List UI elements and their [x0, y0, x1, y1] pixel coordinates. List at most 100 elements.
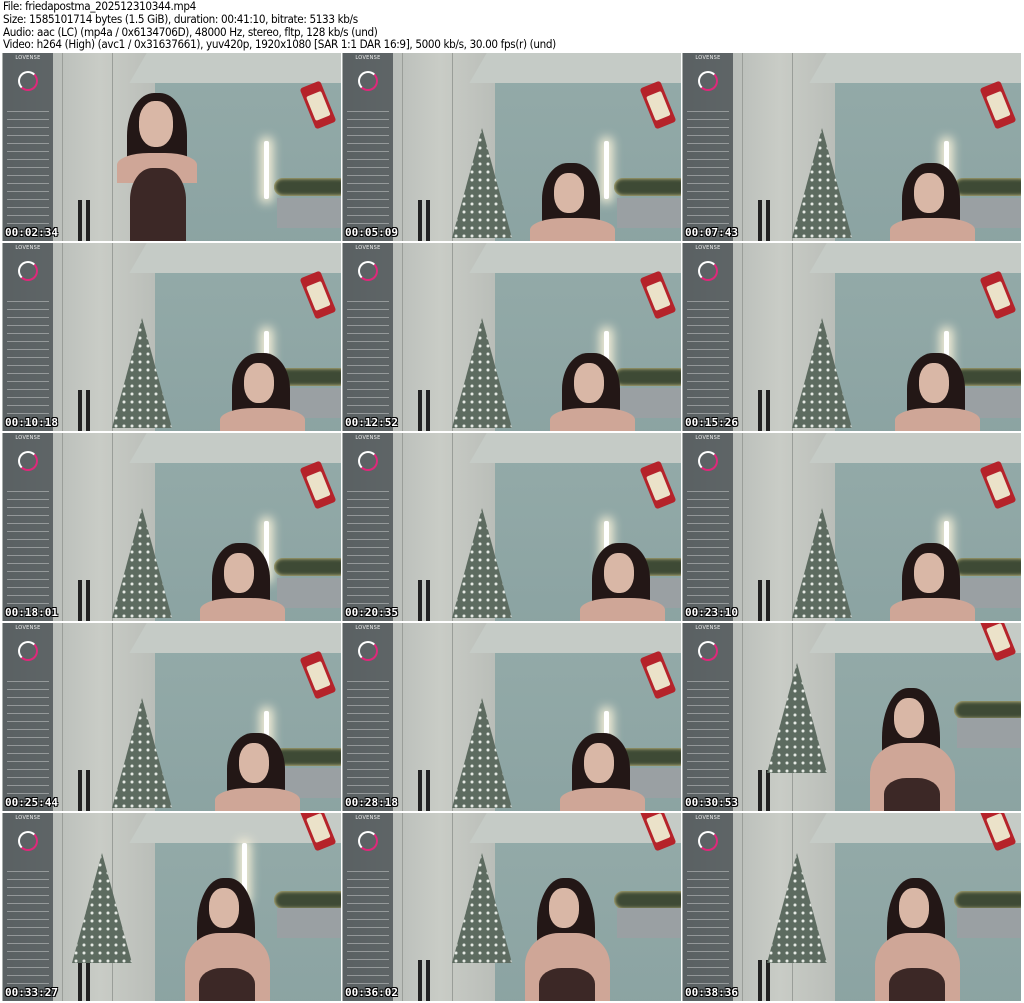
video-thumbnail: LOVENSE 00:02:34 — [2, 53, 341, 241]
tip-menu-row — [347, 721, 389, 722]
tip-menu-row — [7, 223, 49, 224]
tip-menu-row — [347, 111, 389, 112]
tip-menu-row — [7, 903, 49, 904]
tip-menu-row — [347, 127, 389, 128]
tip-menu-row — [7, 491, 49, 492]
tip-menu-row — [7, 769, 49, 770]
tip-menu-row — [687, 721, 729, 722]
tip-menu-row — [347, 523, 389, 524]
tip-menu-row — [7, 721, 49, 722]
tip-menu-row — [347, 793, 389, 794]
lovense-overlay-panel: LOVENSE — [3, 433, 53, 621]
tip-menu-row — [7, 887, 49, 888]
garland — [274, 558, 341, 576]
tip-menu-row — [347, 603, 389, 604]
door-handle — [426, 769, 430, 811]
tip-menu-row — [687, 729, 729, 730]
video-thumbnail: LOVENSE 00:28:18 — [342, 623, 681, 811]
person-face — [209, 888, 239, 928]
tip-menu-row — [687, 389, 729, 390]
tip-menu-row — [7, 183, 49, 184]
tip-menu-row — [687, 341, 729, 342]
lovense-overlay-panel: LOVENSE — [3, 53, 53, 241]
tip-menu-row — [7, 745, 49, 746]
tip-menu-row — [347, 215, 389, 216]
door-handle — [758, 579, 762, 621]
christmas-tree — [112, 508, 172, 618]
bed-headboard — [957, 718, 1021, 748]
video-thumbnail: LOVENSE 00:30:53 — [682, 623, 1021, 811]
tip-menu-row — [7, 879, 49, 880]
tip-menu-row — [7, 911, 49, 912]
tip-menu-row — [7, 943, 49, 944]
vibration-ring-icon — [698, 831, 718, 851]
tip-menu-row — [7, 761, 49, 762]
tip-menu-row — [347, 207, 389, 208]
christmas-tree — [452, 698, 512, 808]
tip-menu-row — [347, 381, 389, 382]
tip-menu-row — [687, 405, 729, 406]
tip-menu-row — [687, 135, 729, 136]
tip-menu-row — [7, 207, 49, 208]
tip-menu-row — [687, 507, 729, 508]
garland — [614, 178, 681, 196]
person-shoulders — [530, 218, 615, 241]
tip-menu-row — [7, 539, 49, 540]
tip-menu-row — [347, 499, 389, 500]
tip-menu-row — [347, 191, 389, 192]
timestamp: 00:20:35 — [345, 606, 398, 619]
video-thumbnail: LOVENSE 00:15:26 — [682, 243, 1021, 431]
timestamp: 00:05:09 — [345, 226, 398, 239]
door-line — [402, 433, 403, 621]
tip-menu-row — [687, 895, 729, 896]
vibration-ring-icon — [698, 261, 718, 281]
person-shoulders — [560, 788, 645, 811]
ceiling — [808, 243, 1021, 274]
tip-menu-row — [687, 587, 729, 588]
vibration-ring-icon — [18, 261, 38, 281]
bed-headboard — [957, 908, 1021, 938]
tip-menu-row — [687, 951, 729, 952]
tip-menu-row — [347, 769, 389, 770]
ceiling — [468, 53, 681, 84]
tip-menu-row — [7, 389, 49, 390]
person-face — [604, 553, 634, 593]
tip-menu-row — [687, 325, 729, 326]
tip-menu-row — [687, 357, 729, 358]
tip-menu-row — [687, 183, 729, 184]
tip-menu-row — [347, 887, 389, 888]
person-shoulders — [580, 598, 665, 621]
person-shoulders — [890, 218, 975, 241]
tip-menu-row — [347, 119, 389, 120]
christmas-tree — [792, 318, 852, 428]
tip-menu-row — [687, 199, 729, 200]
tip-menu-row — [687, 959, 729, 960]
timestamp: 00:30:53 — [685, 796, 738, 809]
door-handle — [418, 959, 422, 1001]
door-handle — [418, 389, 422, 431]
tip-menu-row — [687, 911, 729, 912]
timestamp: 00:38:36 — [685, 986, 738, 999]
door-line — [742, 623, 743, 811]
video-thumbnail: LOVENSE 00:25:44 — [2, 623, 341, 811]
timestamp: 00:12:52 — [345, 416, 398, 429]
timestamp: 00:10:18 — [5, 416, 58, 429]
door-handle — [766, 769, 770, 811]
tip-menu-row — [7, 579, 49, 580]
christmas-tree — [452, 508, 512, 618]
video-thumbnail: LOVENSE 00:38:36 — [682, 813, 1021, 1001]
tip-menu-row — [7, 705, 49, 706]
person-face — [549, 888, 579, 928]
christmas-tree — [792, 128, 852, 238]
tip-menu-row — [7, 713, 49, 714]
file-info-header: File: friedapostma_202512310344.mp4 Size… — [3, 0, 556, 51]
ceiling — [468, 243, 681, 274]
wall-lamp — [264, 141, 269, 199]
lovense-overlay-panel: LOVENSE — [683, 623, 733, 811]
file-size-info: Size: 1585101714 bytes (1.5 GiB), durati… — [3, 11, 358, 26]
tip-menu-row — [347, 587, 389, 588]
vibration-ring-icon — [358, 261, 378, 281]
door-handle — [426, 199, 430, 241]
bed-headboard — [277, 198, 341, 228]
person-face — [574, 363, 604, 403]
